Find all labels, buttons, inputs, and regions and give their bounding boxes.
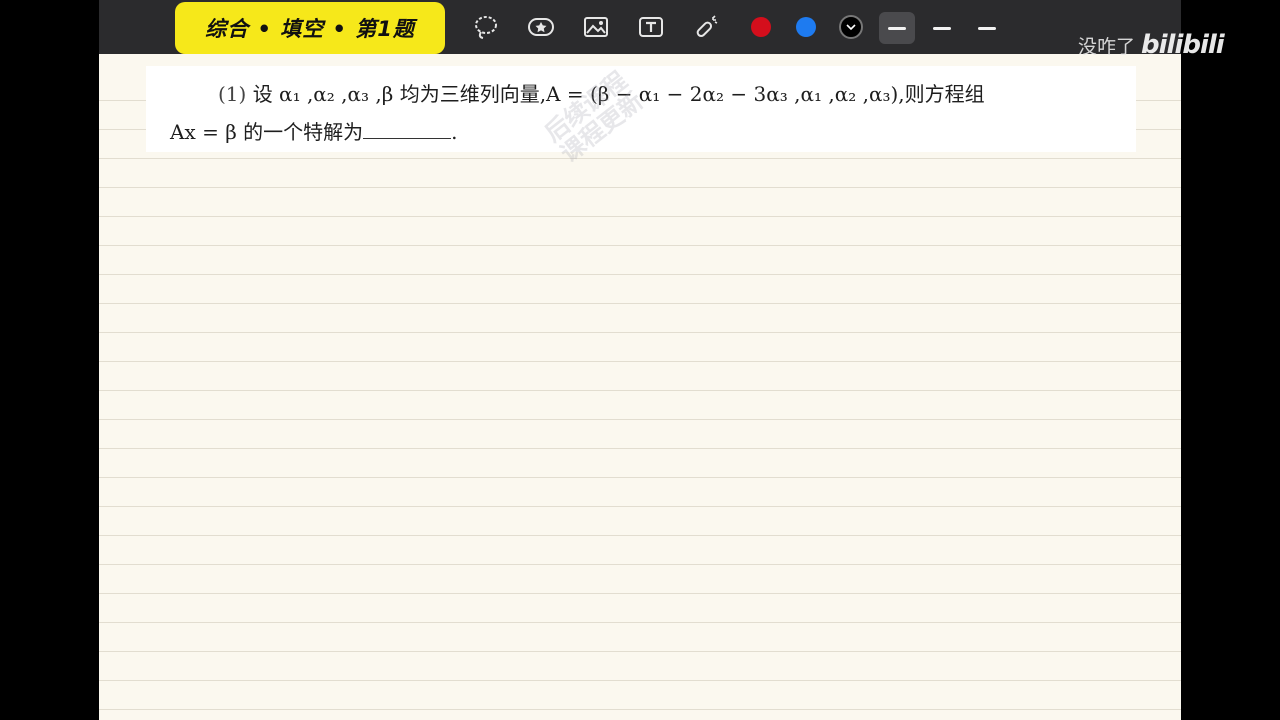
laser-pointer-icon [696,15,718,38]
image-icon [584,17,608,37]
color-blue-swatch[interactable] [796,17,816,37]
question-period: . [451,120,458,144]
sticker-tool[interactable] [526,12,556,42]
lasso-tool[interactable] [471,12,501,42]
question-card: (1) 设 α₁ ,α₂ ,α₃ ,β 均为三维列向量,A = (β − α₁ … [146,66,1136,152]
laser-tool[interactable] [691,12,721,42]
chevron-down-icon [846,24,856,31]
question-prompt: Ax = β 的一个特解为 [170,120,364,144]
question-line-2: Ax = β 的一个特解为. [170,113,1136,151]
question-line-1: (1) 设 α₁ ,α₂ ,α₃ ,β 均为三维列向量,A = (β − α₁ … [170,75,1136,113]
stroke-width-thick[interactable] [969,12,1005,44]
stroke-width-medium[interactable] [924,12,960,44]
stroke-width-thin[interactable] [879,12,915,44]
bilibili-logo: bilibili [1141,30,1225,60]
answer-blank [363,120,452,139]
question-stem: 设 α₁ ,α₂ ,α₃ ,β 均为三维列向量,A = (β − α₁ − 2α… [252,82,985,106]
lasso-icon [475,16,497,39]
image-tool[interactable] [581,12,611,42]
uploader-name: 没咋了 [1078,35,1136,58]
text-tool[interactable] [636,12,666,42]
text-box-icon [639,17,663,37]
toolbar: 综合 • 填空 • 第1题 [99,0,1181,54]
ruled-lines [99,54,1181,720]
question-number: (1) [218,82,247,106]
color-red-swatch[interactable] [751,17,771,37]
sticker-icon [528,18,554,36]
bilibili-watermark: 没咋了 bilibili [1078,30,1225,60]
note-canvas[interactable]: 综合 • 填空 • 第1题 (1) 设 α₁ ,α₂ ,α₃ ,β 均为三维列向… [99,0,1181,720]
page-title: 综合 • 填空 • 第1题 [175,2,445,54]
color-black-swatch[interactable] [839,15,863,39]
